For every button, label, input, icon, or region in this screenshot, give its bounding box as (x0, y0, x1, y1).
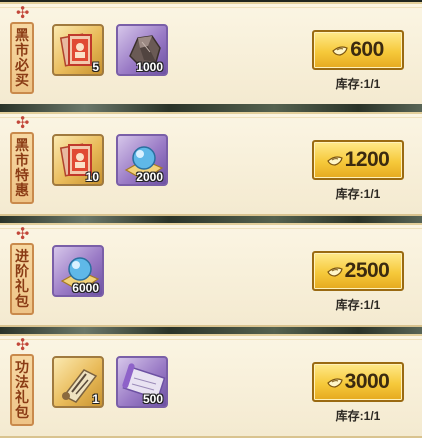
shop-row-technique-pack: ✣ 功 法 礼 包 1 500 3000 库存:1/1 (0, 334, 422, 438)
tag-char: 包 (15, 404, 29, 420)
tag-char: 礼 (15, 389, 29, 405)
stock-value: 1/1 (363, 409, 381, 423)
item-quantity: 6000 (72, 281, 99, 295)
item-quantity: 1 (92, 392, 99, 406)
item-slot[interactable]: 1 (52, 356, 104, 408)
item-slot[interactable]: 10 (52, 134, 104, 186)
tag-char: 买 (15, 72, 29, 88)
row-tag: ✣ 进 阶 礼 包 (8, 226, 36, 319)
stock-text: 库存:1/1 (312, 185, 404, 202)
price-value: 2500 (344, 259, 390, 282)
ingot-icon (326, 267, 343, 277)
buy-button[interactable]: 2500 (312, 251, 404, 291)
item-slot[interactable]: 2000 (116, 134, 168, 186)
price-value: 600 (350, 38, 384, 61)
row-tag: ✣ 功 法 礼 包 (8, 337, 36, 430)
stock-text: 库存:1/1 (312, 75, 404, 92)
item-quantity: 1000 (136, 60, 163, 74)
tag-char: 黑 (15, 137, 29, 153)
tag-plate: 黑 市 特 惠 (10, 132, 34, 204)
stock-label: 库存: (335, 77, 364, 91)
item-quantity: 10 (85, 170, 99, 184)
stock-label: 库存: (335, 298, 364, 312)
price-value: 3000 (344, 370, 390, 393)
knot-icon: ✣ (16, 335, 30, 354)
row-divider (0, 104, 422, 112)
stock-label: 库存: (335, 187, 364, 201)
tag-plate: 功 法 礼 包 (10, 354, 34, 426)
stock-value: 1/1 (363, 77, 381, 91)
stock-value: 1/1 (363, 298, 381, 312)
buy-button[interactable]: 3000 (312, 362, 404, 402)
tag-char: 惠 (15, 182, 29, 198)
tag-char: 市 (15, 42, 29, 58)
tag-char: 市 (15, 152, 29, 168)
tag-char: 黑 (15, 27, 29, 43)
item-quantity: 5 (92, 60, 99, 74)
tag-char: 必 (15, 57, 29, 73)
tag-char: 礼 (15, 278, 29, 294)
tag-char: 进 (15, 248, 29, 264)
ingot-icon (326, 156, 343, 166)
item-quantity: 500 (142, 392, 163, 406)
row-tag: ✣ 黑 市 特 惠 (8, 115, 36, 208)
buy-button[interactable]: 1200 (312, 140, 404, 180)
tag-plate: 进 阶 礼 包 (10, 243, 34, 315)
tag-char: 特 (15, 167, 29, 183)
item-slot[interactable]: 500 (116, 356, 168, 408)
stock-text: 库存:1/1 (312, 296, 404, 313)
knot-icon: ✣ (16, 3, 30, 22)
tag-char: 阶 (15, 263, 29, 279)
row-tag: ✣ 黑 市 必 买 (8, 5, 36, 98)
item-slot[interactable]: 5 (52, 24, 104, 76)
price-value: 1200 (344, 148, 390, 171)
item-slot[interactable]: 6000 (52, 245, 104, 297)
stock-value: 1/1 (363, 187, 381, 201)
item-slot[interactable]: 1000 (116, 24, 168, 76)
item-quantity: 2000 (136, 170, 163, 184)
stock-label: 库存: (335, 409, 364, 423)
shop-row-black-market-special: ✣ 黑 市 特 惠 10 2000 1200 库存:1/1 (0, 112, 422, 216)
ingot-icon (326, 378, 343, 388)
tag-char: 功 (15, 359, 29, 375)
knot-icon: ✣ (16, 224, 30, 243)
knot-icon: ✣ (16, 113, 30, 132)
shop-row-black-market-must-buy: ✣ 黑 市 必 买 5 1000 600 库存:1/1 (0, 2, 422, 106)
tag-char: 法 (15, 374, 29, 390)
tag-char: 包 (15, 293, 29, 309)
stock-text: 库存:1/1 (312, 407, 404, 424)
shop-row-advanced-pack: ✣ 进 阶 礼 包 6000 2500 库存:1/1 (0, 223, 422, 327)
buy-button[interactable]: 600 (312, 30, 404, 70)
ingot-icon (332, 46, 348, 56)
tag-plate: 黑 市 必 买 (10, 22, 34, 94)
